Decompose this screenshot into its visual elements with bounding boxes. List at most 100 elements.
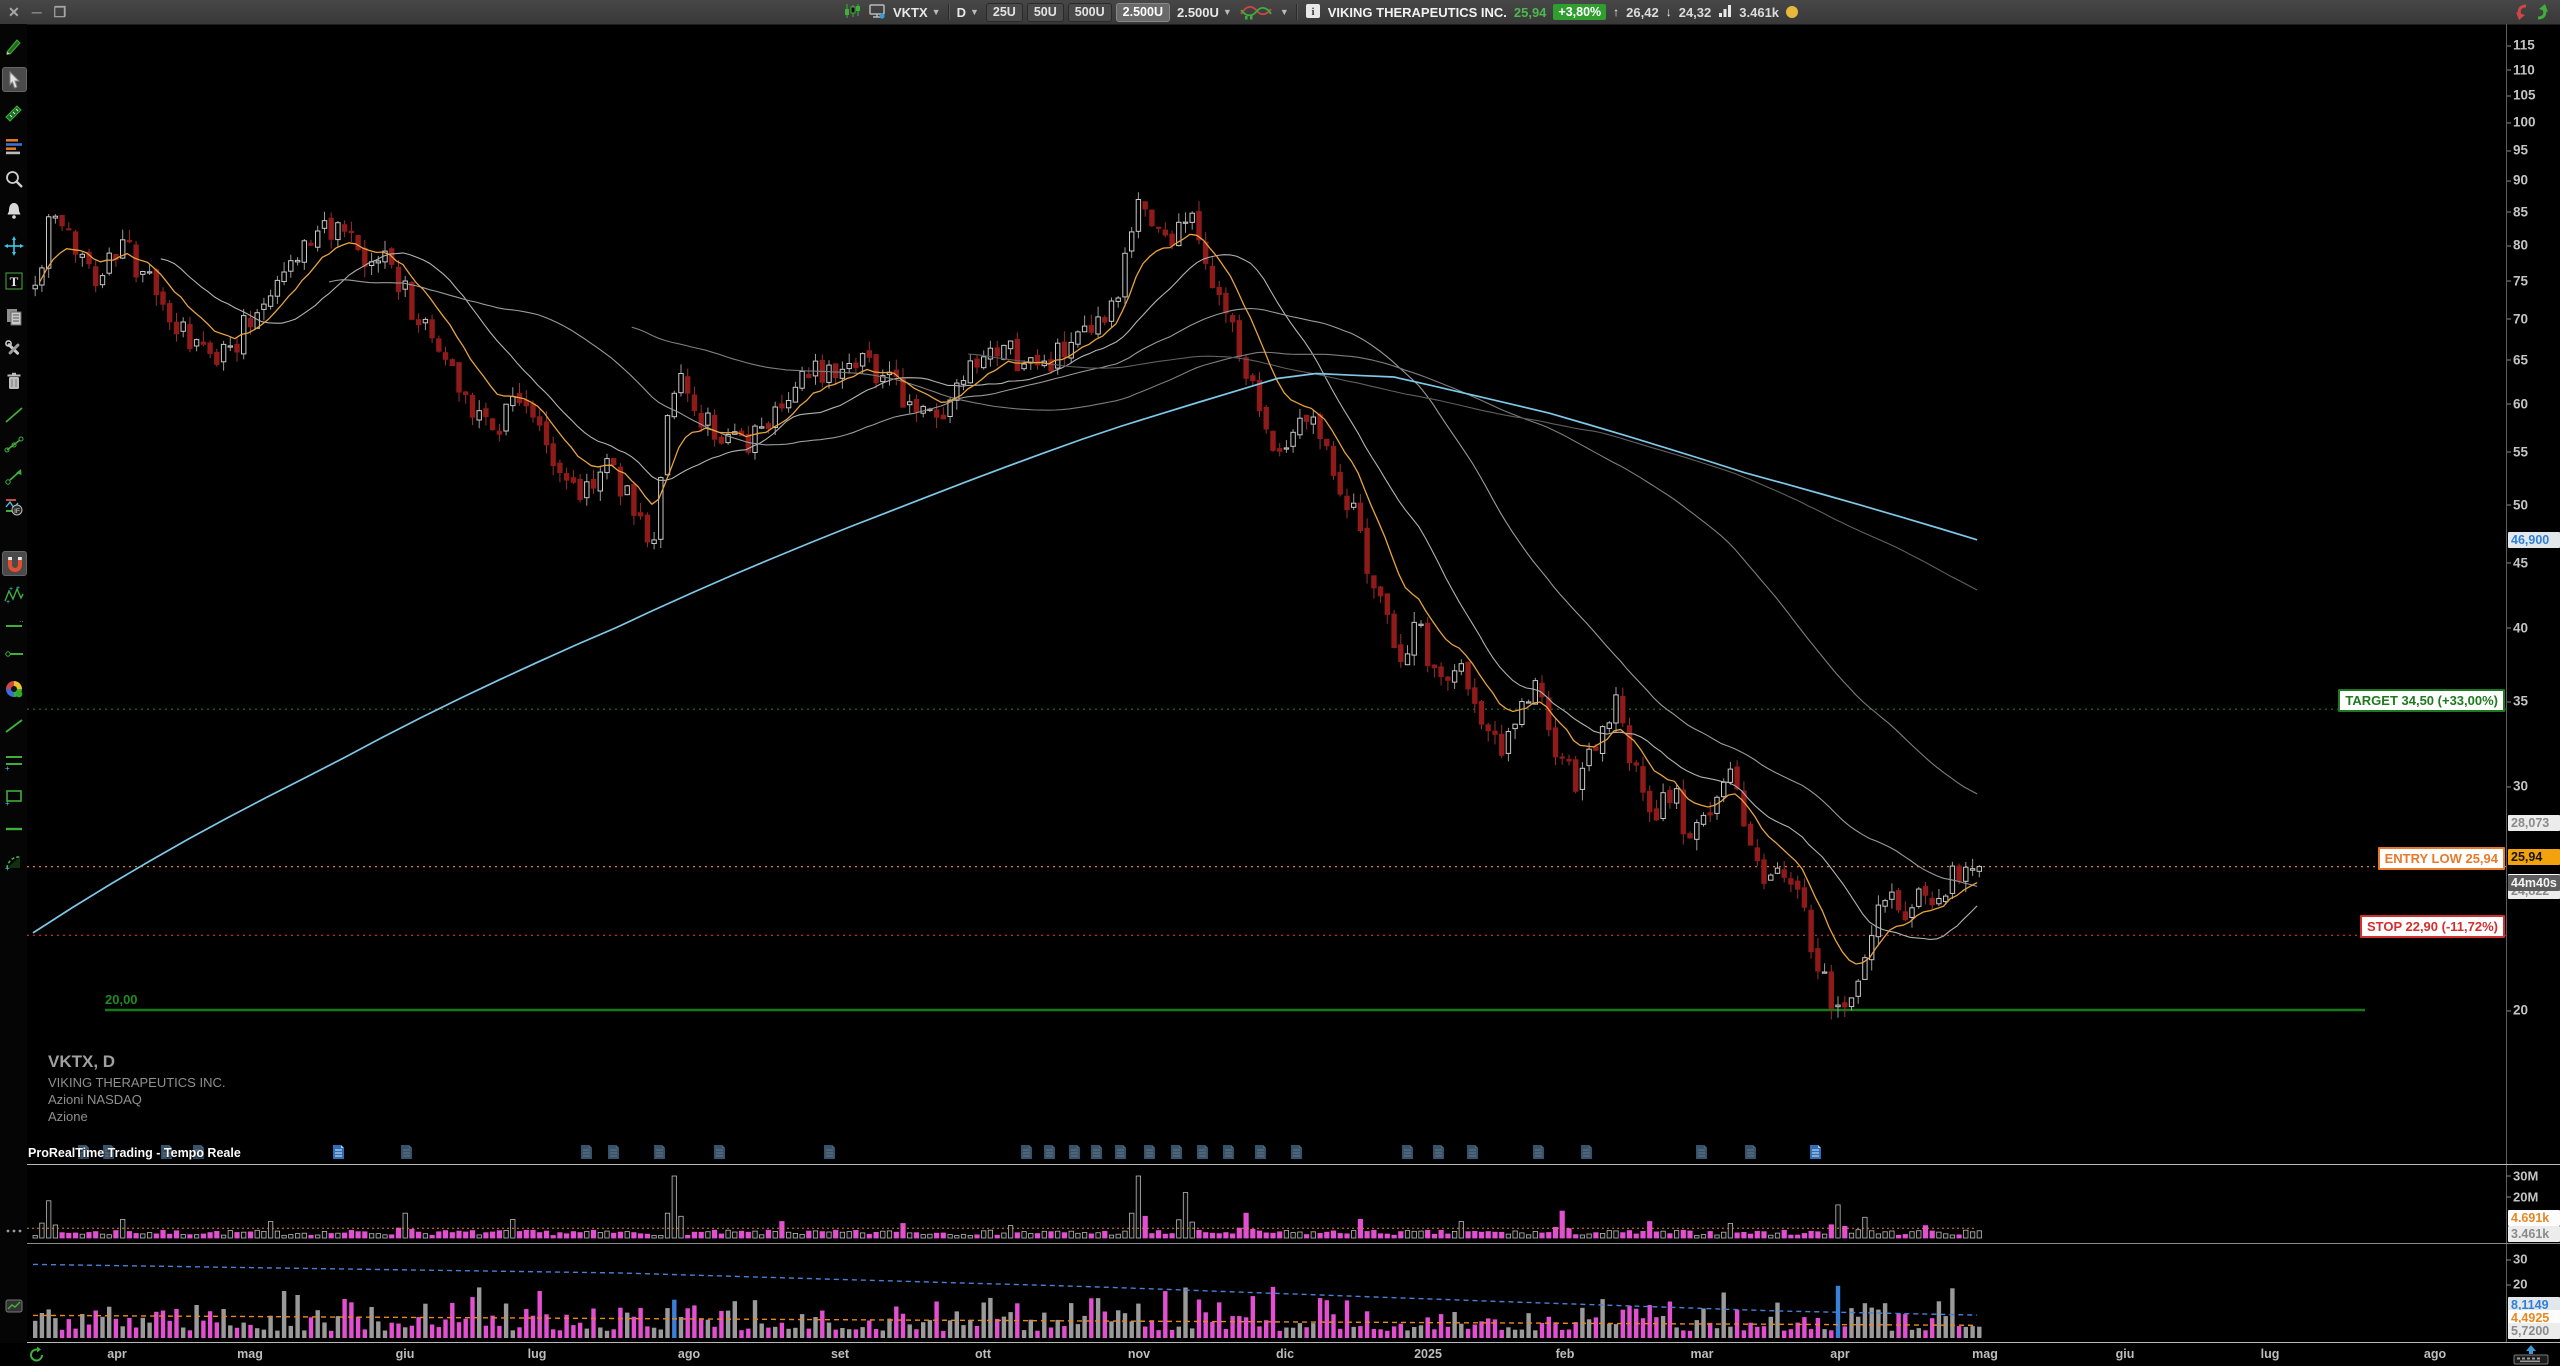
polyline-tool[interactable] — [2, 433, 25, 456]
news-event-icon[interactable] — [1401, 1144, 1414, 1160]
pattern-peaks-tool[interactable]: +++ — [2, 583, 25, 606]
zoom-tool[interactable] — [2, 167, 25, 190]
trendline-tool[interactable] — [2, 403, 25, 426]
unit-button-50U[interactable]: 50U — [1027, 3, 1064, 22]
news-event-icon[interactable] — [607, 1144, 620, 1160]
time-axis-label: mag — [1972, 1347, 1998, 1361]
svg-text:T: T — [9, 274, 18, 289]
news-event-icon[interactable] — [1254, 1144, 1267, 1160]
news-event-icon[interactable] — [1143, 1144, 1156, 1160]
price-tick: 110 — [2513, 62, 2535, 77]
color-wheel[interactable] — [2, 677, 25, 700]
unit-buttons: 25U50U500U2.500U — [986, 3, 1170, 22]
alerts-bell[interactable] — [2, 199, 25, 222]
news-event-icon[interactable] — [1466, 1144, 1479, 1160]
price-chart-canvas[interactable] — [27, 24, 2506, 1164]
unit-button-25U[interactable]: 25U — [986, 3, 1023, 22]
keyboard-shortcuts-icon[interactable] — [2508, 1344, 2554, 1366]
move-tool[interactable] — [2, 234, 25, 257]
unit-button-2.500U[interactable]: 2.500U — [1116, 3, 1170, 22]
chart-title: VKTX, D — [48, 1052, 225, 1072]
news-event-icon[interactable] — [1090, 1144, 1103, 1160]
price-tick: 105 — [2513, 88, 2536, 103]
news-event-icon[interactable] — [1809, 1144, 1822, 1160]
news-event-icon[interactable] — [332, 1144, 345, 1160]
delete-trash[interactable] — [2, 369, 25, 392]
indicators-list[interactable] — [2, 134, 25, 157]
chevron-down-icon[interactable]: ▼ — [1280, 7, 1289, 17]
close-window-icon[interactable]: ✕ — [8, 0, 20, 24]
indicator-panels-canvas[interactable] — [27, 1166, 2506, 1343]
instrument-name: VIKING THERAPEUTICS INC. — [1328, 5, 1507, 20]
stop-level-label[interactable]: STOP 22,90 (-11,72%) — [2360, 915, 2505, 938]
oblique-line-tool[interactable] — [2, 714, 25, 737]
parallel-lines-tool[interactable]: + — [2, 749, 25, 772]
settings-tools[interactable] — [2, 337, 25, 360]
hline2-tool[interactable] — [2, 817, 25, 840]
news-event-icon[interactable] — [1290, 1144, 1303, 1160]
chart-style-icon[interactable] — [1239, 2, 1273, 23]
news-event-icon[interactable] — [580, 1144, 593, 1160]
panel-axis-label: 5,7200 — [2508, 1323, 2560, 1339]
news-event-icon[interactable] — [1020, 1144, 1033, 1160]
ruler-tool[interactable] — [2, 101, 25, 124]
info-icon[interactable]: i — [1305, 3, 1321, 22]
platform-brand: ProRealTime Trading - Tempo Reale — [28, 1146, 241, 1160]
panel-axis-label: 20M — [2513, 1189, 2538, 1204]
magnet-tool[interactable] — [2, 551, 27, 576]
target-level-label[interactable]: TARGET 34,50 (+33,00%) — [2338, 689, 2505, 712]
hline-tool[interactable]: ⋯ — [2, 614, 25, 637]
arc-tool[interactable]: + — [2, 850, 25, 873]
support-level-label[interactable]: 20,00 — [105, 992, 138, 1007]
news-event-icon[interactable] — [1043, 1144, 1056, 1160]
symbol-dropdown[interactable]: VKTX▼ — [893, 5, 941, 20]
news-event-icon[interactable] — [1068, 1144, 1081, 1160]
time-axis-label: ott — [975, 1347, 991, 1361]
copy-tool[interactable] — [2, 304, 25, 327]
news-event-icon[interactable] — [1432, 1144, 1445, 1160]
time-axis-label: lug — [2261, 1347, 2280, 1361]
news-event-icon[interactable] — [1114, 1144, 1127, 1160]
news-event-icon[interactable] — [1580, 1144, 1593, 1160]
axis-value-box: 28,073 — [2508, 815, 2560, 831]
news-event-icon[interactable] — [1222, 1144, 1235, 1160]
units-dropdown[interactable]: 2.500U▼ — [1177, 5, 1232, 20]
ray-tool[interactable] — [2, 642, 25, 665]
last-price: 25,94 — [1514, 5, 1547, 20]
news-event-icon[interactable] — [1532, 1144, 1545, 1160]
rectangle-tool[interactable]: + — [2, 784, 25, 807]
time-axis[interactable]: aprmaggiulugagosetottnovdic2025febmarapr… — [0, 1343, 2560, 1366]
entry-level-label[interactable]: ENTRY LOW 25,94 — [2378, 847, 2505, 870]
panel-axis-label: 30 — [2513, 1252, 2527, 1267]
session-low: 24,32 — [1679, 5, 1712, 20]
news-event-icon[interactable] — [1744, 1144, 1757, 1160]
news-event-icon[interactable] — [1170, 1144, 1183, 1160]
news-event-icon[interactable] — [1695, 1144, 1708, 1160]
text-tool[interactable]: T — [2, 269, 25, 292]
arrow-line-tool[interactable] — [2, 464, 25, 487]
updown-arrows-icon[interactable] — [2512, 2, 2556, 22]
news-event-icon[interactable] — [653, 1144, 666, 1160]
divider — [948, 4, 950, 20]
screen-share-icon[interactable] — [868, 3, 886, 22]
more-dots[interactable] — [2, 1219, 25, 1242]
mini-candles-icon — [843, 3, 861, 22]
time-axis-label: apr — [107, 1347, 126, 1361]
unit-button-500U[interactable]: 500U — [1068, 3, 1112, 22]
zigzag-if-tool[interactable]: IF — [2, 495, 25, 518]
restore-window-icon[interactable]: ❐ — [54, 0, 67, 24]
refresh-icon[interactable] — [28, 1346, 46, 1366]
panel-separator[interactable] — [27, 1164, 2560, 1165]
news-event-icon[interactable] — [823, 1144, 836, 1160]
news-event-icon[interactable] — [713, 1144, 726, 1160]
minimize-window-icon[interactable]: ─ — [32, 0, 42, 24]
price-tick: 115 — [2513, 38, 2535, 53]
cursor-tool[interactable] — [2, 67, 27, 92]
time-axis-label: giu — [396, 1347, 415, 1361]
news-event-icon[interactable] — [1196, 1144, 1209, 1160]
mini-chart-icon[interactable] — [2, 1294, 25, 1317]
timeframe-dropdown[interactable]: D▼ — [957, 5, 979, 20]
news-event-icon[interactable] — [400, 1144, 413, 1160]
panel-separator[interactable] — [27, 1243, 2560, 1244]
draw-pencil[interactable] — [2, 34, 25, 57]
